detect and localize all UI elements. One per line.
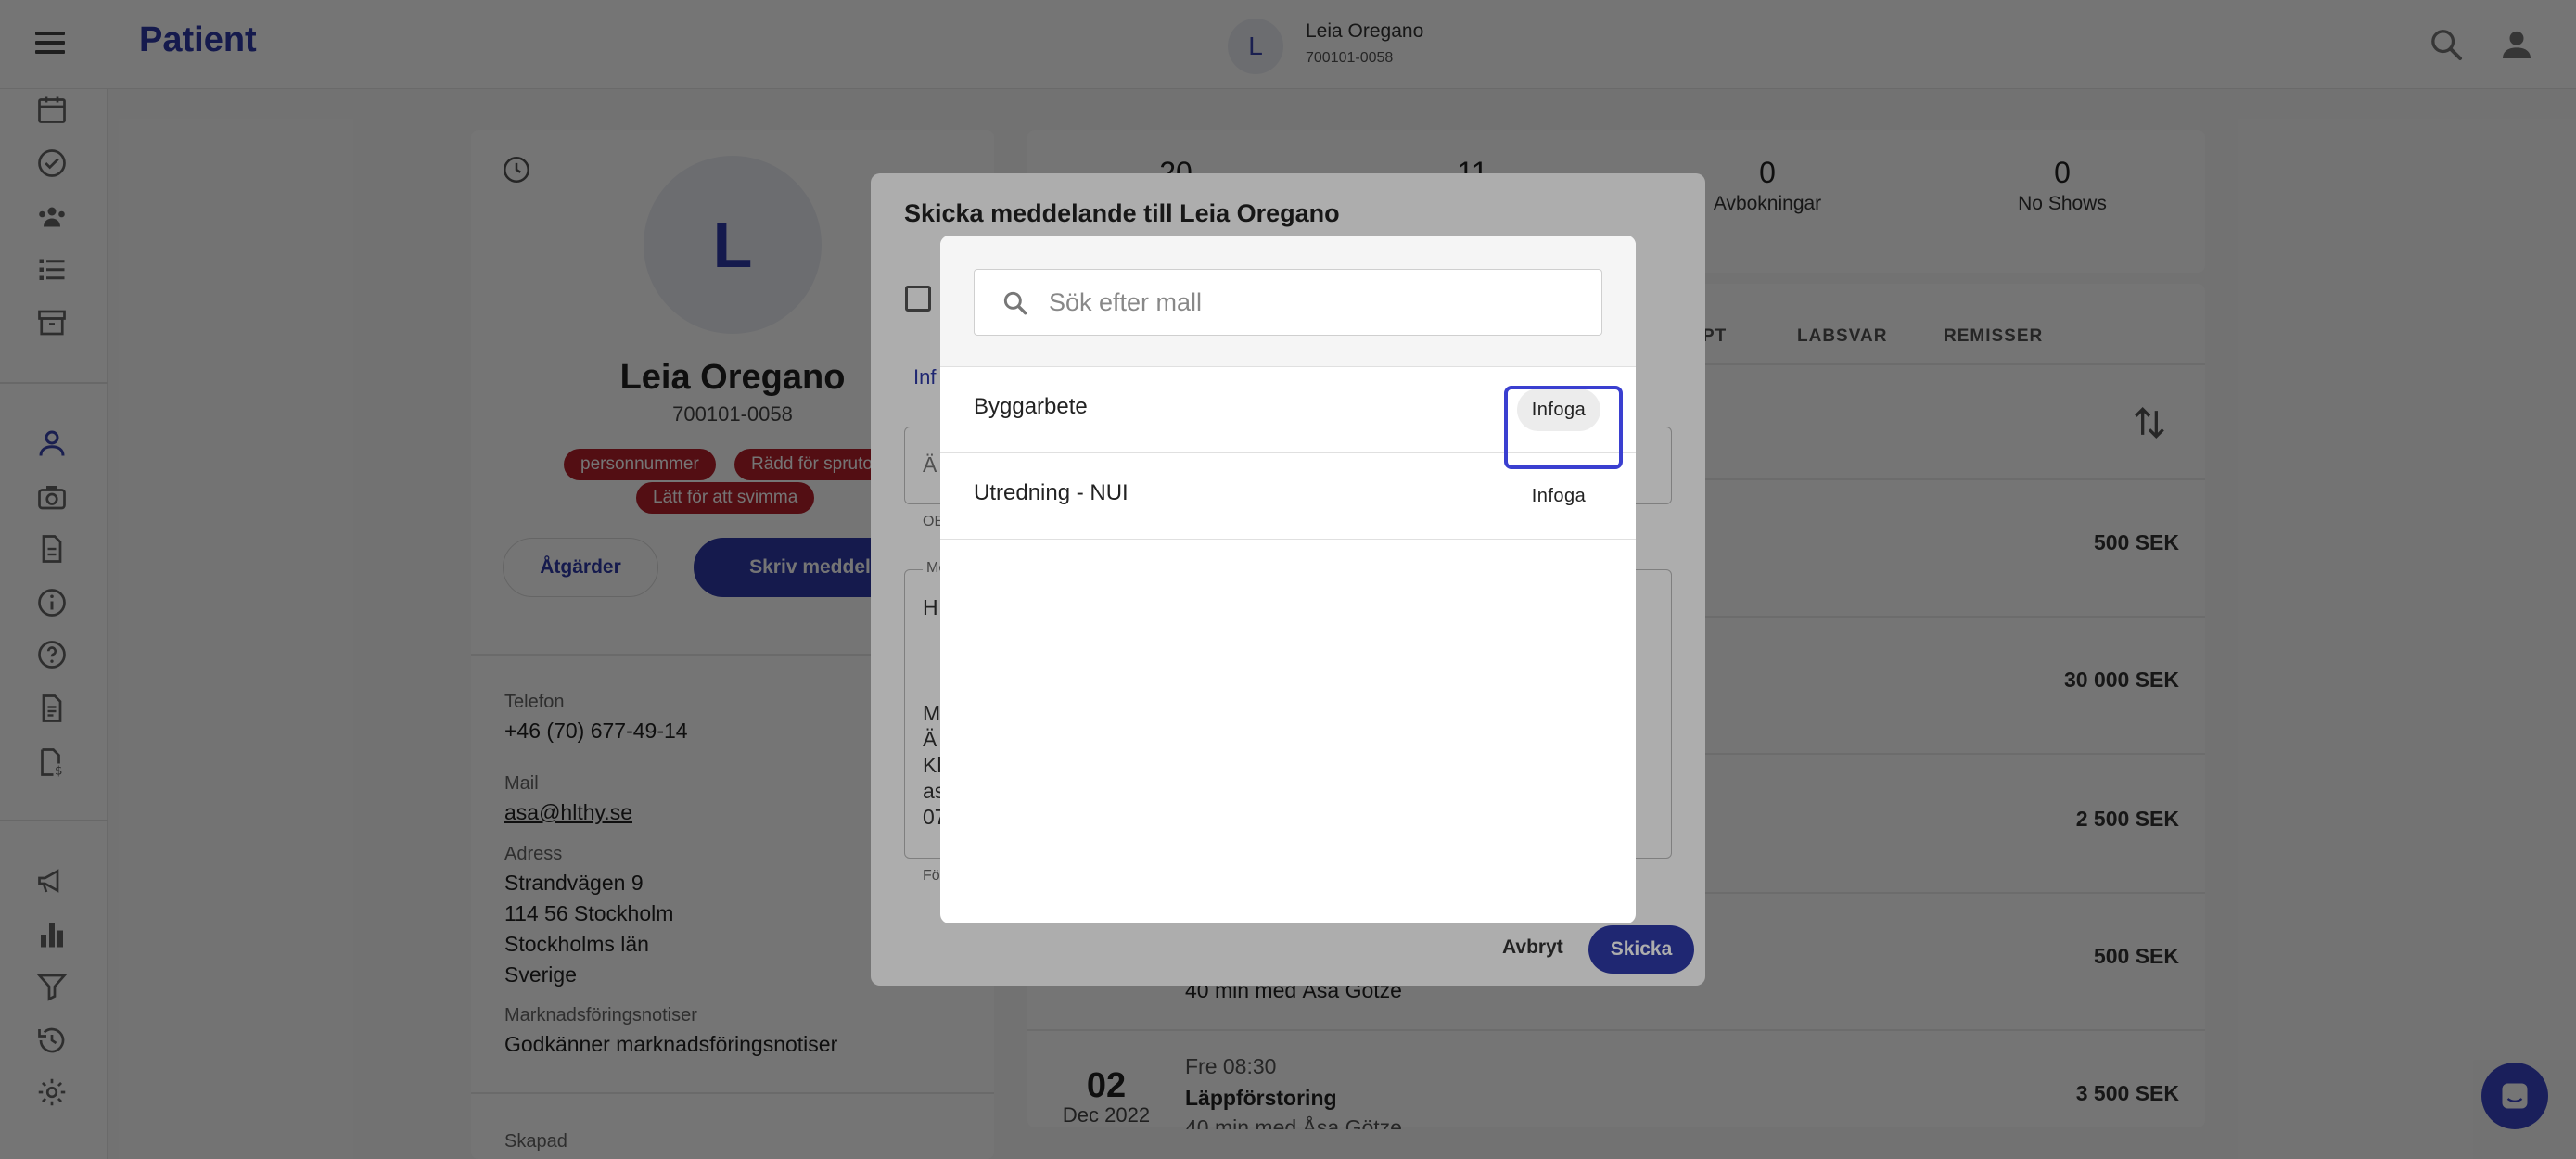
picker-header: [940, 236, 1636, 367]
focus-highlight: [1504, 386, 1623, 469]
search-icon: [1003, 291, 1027, 315]
template-picker-dialog: Byggarbete Infoga Utredning - NUI Infoga: [940, 236, 1636, 923]
template-search-box[interactable]: [974, 269, 1602, 336]
insert-template-button[interactable]: Infoga: [1517, 475, 1600, 517]
template-name: Utredning - NUI: [974, 480, 1129, 505]
template-name: Byggarbete: [974, 394, 1088, 419]
template-search-input[interactable]: [1049, 270, 1587, 335]
